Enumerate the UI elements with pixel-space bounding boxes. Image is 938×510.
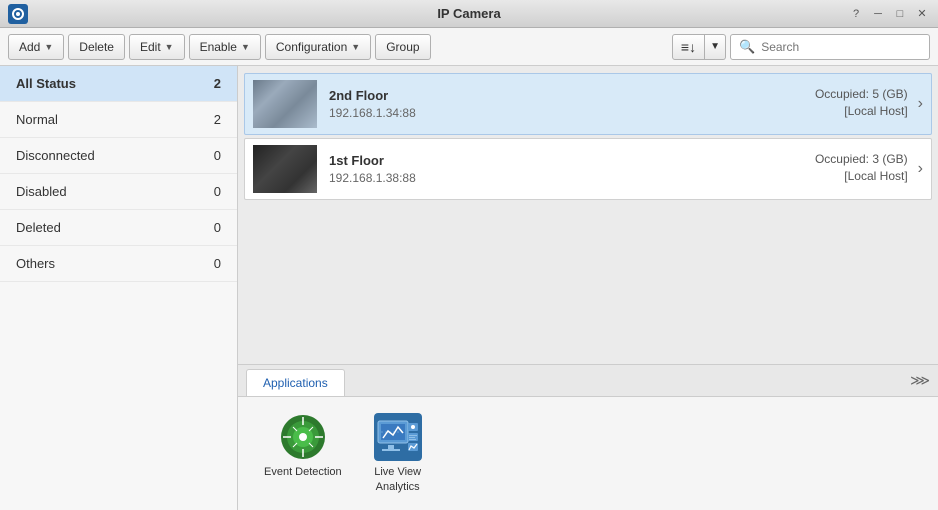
- camera-thumbnail-cam2: [253, 145, 317, 193]
- app-title: IP Camera: [437, 6, 500, 21]
- search-box: 🔍: [730, 34, 930, 60]
- add-arrow-icon: ▼: [44, 42, 53, 52]
- app-label-live-view-analytics: Live ViewAnalytics: [374, 465, 421, 494]
- applications-tab-bar: Applications ⋙: [238, 365, 938, 397]
- title-bar: IP Camera ? ─ □ ✕: [0, 0, 938, 28]
- app-icon-live-view-analytics: [374, 413, 422, 461]
- configuration-button[interactable]: Configuration ▼: [265, 34, 371, 60]
- camera-occupied-cam2: Occupied: 3 (GB): [815, 152, 908, 166]
- edit-button[interactable]: Edit ▼: [129, 34, 185, 60]
- sidebar-item-label-disabled: Disabled: [16, 184, 67, 199]
- camera-meta-cam1: Occupied: 5 (GB) [Local Host]: [815, 87, 908, 121]
- help-button[interactable]: ?: [848, 6, 864, 22]
- app-item-live-view-analytics[interactable]: Live ViewAnalytics: [368, 407, 428, 500]
- camera-item-cam2[interactable]: 1st Floor 192.168.1.38:88 Occupied: 3 (G…: [244, 138, 932, 200]
- sort-dropdown-button[interactable]: ▼: [705, 34, 726, 60]
- delete-button[interactable]: Delete: [68, 34, 125, 60]
- group-button[interactable]: Group: [375, 34, 430, 60]
- sort-control: ≡↓ ▼: [672, 34, 726, 60]
- camera-info-cam2: 1st Floor 192.168.1.38:88: [329, 153, 815, 185]
- sort-button[interactable]: ≡↓: [672, 34, 705, 60]
- sidebar-item-all-status[interactable]: All Status 2: [0, 66, 237, 102]
- camera-ip-cam1: 192.168.1.34:88: [329, 106, 815, 120]
- edit-arrow-icon: ▼: [165, 42, 174, 52]
- sidebar: All Status 2 Normal 2 Disconnected 0 Dis…: [0, 66, 238, 510]
- sidebar-item-label-disconnected: Disconnected: [16, 148, 95, 163]
- main-layout: All Status 2 Normal 2 Disconnected 0 Dis…: [0, 66, 938, 510]
- sidebar-item-count-all-status: 2: [214, 76, 221, 91]
- camera-name-cam2: 1st Floor: [329, 153, 815, 168]
- camera-expand-cam1[interactable]: ›: [918, 95, 923, 113]
- sidebar-item-label-deleted: Deleted: [16, 220, 61, 235]
- sidebar-item-label-others: Others: [16, 256, 55, 271]
- app-item-event-detection[interactable]: Event Detection: [258, 407, 348, 500]
- search-input[interactable]: [761, 40, 921, 54]
- camera-list: 2nd Floor 192.168.1.34:88 Occupied: 5 (G…: [238, 66, 938, 364]
- camera-host-cam1: [Local Host]: [815, 104, 908, 118]
- sidebar-item-count-disconnected: 0: [214, 148, 221, 163]
- camera-name-cam1: 2nd Floor: [329, 88, 815, 103]
- app-label-event-detection: Event Detection: [264, 465, 342, 479]
- camera-thumbnail-cam1: [253, 80, 317, 128]
- sidebar-item-count-deleted: 0: [214, 220, 221, 235]
- applications-content: Event Detection Live ViewAnalytics: [238, 397, 938, 510]
- sidebar-item-others[interactable]: Others 0: [0, 246, 237, 282]
- maximize-button[interactable]: □: [892, 6, 908, 22]
- app-icon-event-detection: [279, 413, 327, 461]
- camera-host-cam2: [Local Host]: [815, 169, 908, 183]
- sidebar-item-label-all-status: All Status: [16, 76, 76, 91]
- sidebar-item-normal[interactable]: Normal 2: [0, 102, 237, 138]
- applications-collapse-icon[interactable]: ⋙: [902, 368, 938, 393]
- sidebar-item-count-normal: 2: [214, 112, 221, 127]
- search-icon: 🔍: [739, 39, 755, 55]
- camera-ip-cam2: 192.168.1.38:88: [329, 171, 815, 185]
- enable-arrow-icon: ▼: [241, 42, 250, 52]
- sort-icon: ≡↓: [681, 39, 696, 55]
- app-logo: [8, 4, 28, 24]
- sidebar-item-label-normal: Normal: [16, 112, 58, 127]
- sidebar-item-count-others: 0: [214, 256, 221, 271]
- camera-meta-cam2: Occupied: 3 (GB) [Local Host]: [815, 152, 908, 186]
- sidebar-item-disabled[interactable]: Disabled 0: [0, 174, 237, 210]
- enable-button[interactable]: Enable ▼: [189, 34, 261, 60]
- config-arrow-icon: ▼: [351, 42, 360, 52]
- camera-expand-cam2[interactable]: ›: [918, 160, 923, 178]
- content-area: 2nd Floor 192.168.1.34:88 Occupied: 5 (G…: [238, 66, 938, 510]
- toolbar: Add ▼ Delete Edit ▼ Enable ▼ Configurati…: [0, 28, 938, 66]
- camera-item-cam1[interactable]: 2nd Floor 192.168.1.34:88 Occupied: 5 (G…: [244, 73, 932, 135]
- applications-panel: Applications ⋙ Event Detection: [238, 364, 938, 510]
- add-button[interactable]: Add ▼: [8, 34, 64, 60]
- minimize-button[interactable]: ─: [870, 6, 886, 22]
- close-button[interactable]: ✕: [914, 6, 930, 22]
- sidebar-item-deleted[interactable]: Deleted 0: [0, 210, 237, 246]
- sidebar-item-disconnected[interactable]: Disconnected 0: [0, 138, 237, 174]
- camera-occupied-cam1: Occupied: 5 (GB): [815, 87, 908, 101]
- applications-tab[interactable]: Applications: [246, 369, 345, 396]
- window-controls: ? ─ □ ✕: [848, 6, 930, 22]
- sidebar-item-count-disabled: 0: [214, 184, 221, 199]
- camera-info-cam1: 2nd Floor 192.168.1.34:88: [329, 88, 815, 120]
